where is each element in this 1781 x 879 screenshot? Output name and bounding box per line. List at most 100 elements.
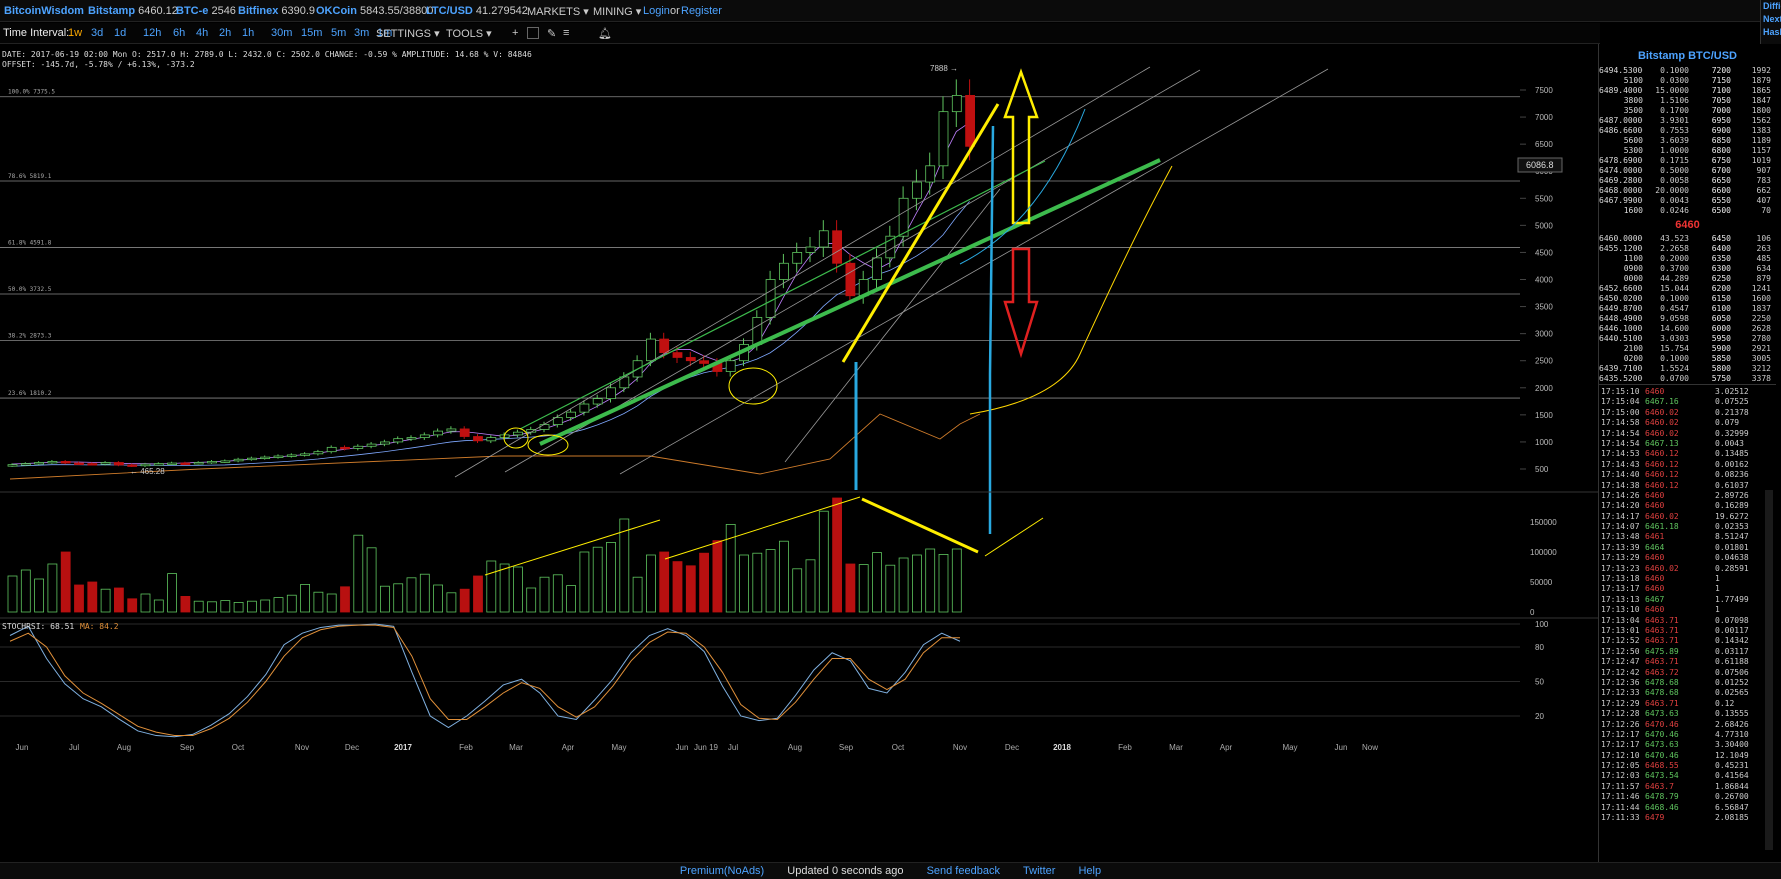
tools-menu[interactable]: TOOLS ▾ bbox=[446, 27, 492, 40]
trade-cell: 0.45231 bbox=[1715, 761, 1749, 771]
price-tick-label: 7000 bbox=[1535, 113, 1553, 122]
asks-row: 3800 1.5106 7050 1847 bbox=[1599, 96, 1776, 106]
candle-body bbox=[379, 441, 390, 445]
ticker-btce[interactable]: BTC-e 2546 bbox=[176, 5, 236, 17]
asks-cell: 0.1715 bbox=[1660, 156, 1689, 165]
register-link[interactable]: Register bbox=[681, 5, 722, 17]
twitter-link[interactable]: Twitter bbox=[1023, 865, 1055, 877]
stoch-tick-label: 50 bbox=[1535, 678, 1544, 687]
interval-5m[interactable]: 5m bbox=[331, 27, 346, 39]
ticker-bitstamp[interactable]: Bitstamp 6460.12 bbox=[88, 5, 178, 17]
trade-row: 17:14:58 6460.02 0.079 bbox=[1599, 418, 1776, 428]
trade-cell: 17:14:07 bbox=[1601, 522, 1640, 532]
asks-cell: 6478.69000 bbox=[1599, 156, 1643, 165]
volume-bar bbox=[938, 553, 949, 613]
bids-cell: 1100 bbox=[1623, 254, 1643, 263]
trade-cell: 0.26700 bbox=[1715, 792, 1749, 802]
volume-bar bbox=[592, 546, 603, 613]
trade-row: 17:13:17 6460 1 bbox=[1599, 584, 1776, 594]
asks-row: 6494.53000 0.1000 7200 1992 bbox=[1599, 66, 1776, 76]
trade-cell: 17:12:03 bbox=[1601, 771, 1640, 781]
volume-bar bbox=[419, 573, 430, 613]
hash-label: Hash bbox=[1763, 27, 1781, 37]
top-bar: BitcoinWisdom Bitstamp 6460.12 BTC-e 254… bbox=[0, 0, 1781, 22]
bids-cell: 6460.00000 bbox=[1599, 234, 1643, 243]
interval-1h[interactable]: 1h bbox=[242, 27, 254, 39]
premium-link[interactable]: Premium(NoAds) bbox=[680, 865, 764, 877]
feedback-link[interactable]: Send feedback bbox=[927, 865, 1000, 877]
x-axis-label: 2018 bbox=[1053, 743, 1071, 752]
bell-icon[interactable]: 🔔︎ bbox=[598, 27, 612, 40]
mining-menu[interactable]: MINING ▾ bbox=[593, 5, 641, 18]
trade-cell: 17:13:23 bbox=[1601, 563, 1640, 573]
interval-1d[interactable]: 1d bbox=[114, 27, 126, 39]
trade-cell: 17:12:33 bbox=[1601, 688, 1640, 698]
interval-30m[interactable]: 30m bbox=[271, 27, 292, 39]
interval-12h[interactable]: 12h bbox=[143, 27, 161, 39]
trade-row: 17:12:03 6473.54 0.41564 bbox=[1599, 771, 1776, 781]
bids-row: 6455.12000 2.2658 6400 263 bbox=[1599, 244, 1776, 254]
ticker-ltcusd[interactable]: LTC/USD 41.279542 bbox=[426, 5, 528, 17]
trade-cell: 17:13:18 bbox=[1601, 574, 1640, 584]
trade-row: 17:14:38 6460.12 0.61037 bbox=[1599, 481, 1776, 491]
trade-cell: 6475.89 bbox=[1645, 646, 1679, 656]
login-link[interactable]: Login bbox=[643, 5, 670, 17]
candle-body bbox=[313, 451, 324, 455]
volume-bar bbox=[246, 600, 257, 613]
trade-cell: 6478.79 bbox=[1645, 792, 1679, 802]
trade-row: 17:12:33 6478.68 0.02565 bbox=[1599, 688, 1776, 698]
price-chart[interactable]: 5001000150020002500300035004000450050005… bbox=[0, 44, 1598, 862]
trade-cell: 17:12:10 bbox=[1601, 750, 1640, 760]
line-tool-icon[interactable] bbox=[527, 27, 539, 39]
trade-cell: 8.51247 bbox=[1715, 532, 1749, 542]
ticker-okcoin[interactable]: OKCoin 5843.55/38800 bbox=[316, 5, 433, 17]
bids-cell: 2250 bbox=[1751, 314, 1771, 323]
volume-bar bbox=[353, 534, 364, 613]
trade-row: 17:14:26 6460 2.89726 bbox=[1599, 491, 1776, 501]
candle-body bbox=[925, 165, 936, 183]
markets-menu[interactable]: MARKETS ▾ bbox=[527, 5, 589, 18]
trade-row: 17:13:18 6460 1 bbox=[1599, 574, 1776, 584]
fib-label: 78.6% 5819.1 bbox=[8, 173, 52, 180]
asks-cell: 6550 bbox=[1711, 196, 1731, 205]
trade-row: 17:12:17 6470.46 4.77310 bbox=[1599, 730, 1776, 740]
help-link[interactable]: Help bbox=[1078, 865, 1101, 877]
volume-bar bbox=[406, 577, 417, 613]
pencil-icon[interactable]: ✎ bbox=[547, 27, 556, 40]
interval-1w[interactable]: 1w bbox=[68, 27, 82, 39]
interval-2h[interactable]: 2h bbox=[219, 27, 231, 39]
trade-cell: 6468.55 bbox=[1645, 761, 1679, 771]
x-axis-label: Jul bbox=[728, 743, 738, 752]
candle-body bbox=[672, 352, 683, 358]
ohlc-line: DATE: 2017-06-19 02:00 Mon O: 2517.0 H: … bbox=[2, 50, 532, 59]
crosshair-icon[interactable]: + bbox=[512, 27, 518, 39]
interval-4h[interactable]: 4h bbox=[196, 27, 208, 39]
trade-scrollbar[interactable] bbox=[1765, 490, 1773, 850]
interval-3d[interactable]: 3d bbox=[91, 27, 103, 39]
candle-body bbox=[513, 431, 523, 436]
orderbook-title: Bitstamp BTC/USD bbox=[1637, 50, 1737, 62]
candle-body bbox=[725, 360, 736, 372]
settings-menu[interactable]: SETTINGS ▾ bbox=[376, 27, 440, 40]
bids-cell: 6300 bbox=[1711, 264, 1731, 273]
bids-cell: 5800 bbox=[1711, 364, 1731, 373]
interval-6h[interactable]: 6h bbox=[173, 27, 185, 39]
brand-logo[interactable]: BitcoinWisdom bbox=[4, 5, 84, 17]
asks-cell: 70 bbox=[1761, 206, 1771, 215]
x-axis-label: Jun bbox=[676, 743, 689, 752]
price-tick-label: 3000 bbox=[1535, 330, 1553, 339]
fib-tool-icon[interactable]: ≡ bbox=[563, 27, 569, 39]
trade-cell: 0.07506 bbox=[1715, 667, 1749, 677]
trade-cell: 17:13:10 bbox=[1601, 605, 1640, 615]
interval-15m[interactable]: 15m bbox=[301, 27, 322, 39]
ticker-bitfinex[interactable]: Bitfinex 6390.9 bbox=[238, 5, 315, 17]
asks-cell: 0.5000 bbox=[1660, 166, 1689, 175]
asks-cell: 6700 bbox=[1711, 166, 1731, 175]
candle-body bbox=[47, 461, 58, 464]
asks-cell: 783 bbox=[1756, 176, 1771, 185]
bids-cell: 6440.51000 bbox=[1599, 334, 1643, 343]
candle-body bbox=[366, 443, 377, 447]
asks-cell: 6468.00000 bbox=[1599, 186, 1643, 195]
volume-bar bbox=[486, 560, 497, 613]
interval-3m[interactable]: 3m bbox=[354, 27, 369, 39]
